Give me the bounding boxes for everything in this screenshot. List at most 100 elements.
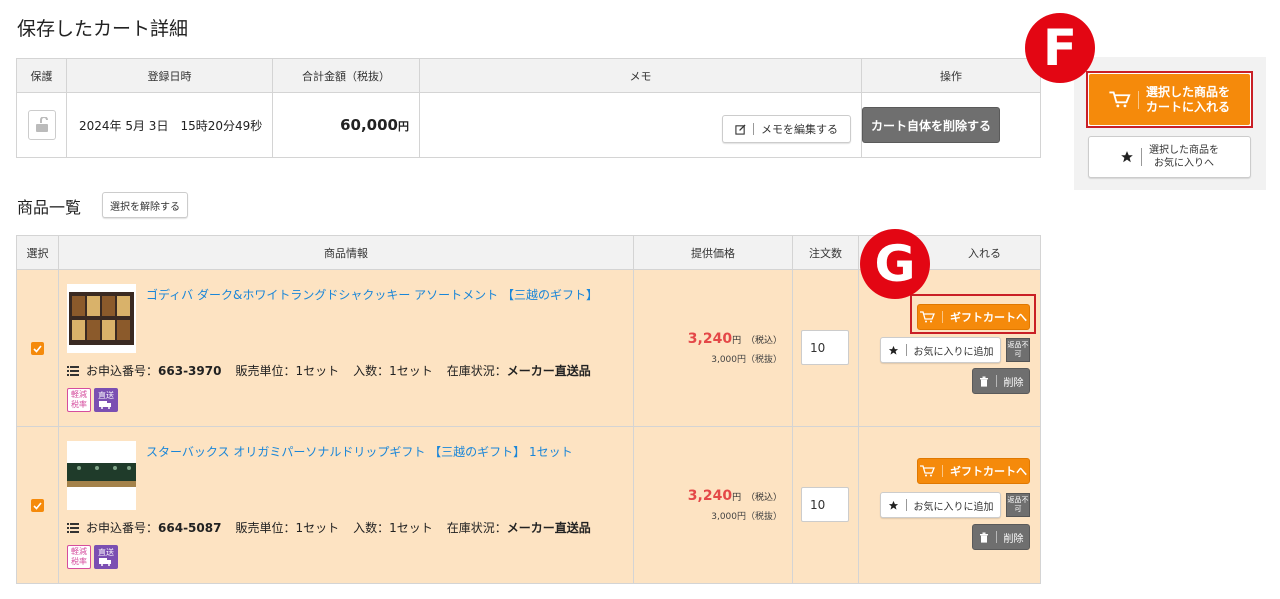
no-return-badge: 返品不可 (1006, 493, 1030, 517)
memo-cell: メモを編集する (419, 92, 862, 158)
order-no: 663-3970 (158, 363, 222, 378)
quantity-input[interactable] (801, 330, 849, 365)
header-total: 合計金額（税抜） (272, 58, 420, 93)
add-fav-line2: お気に入りへ (1154, 158, 1214, 169)
truck-icon (99, 401, 111, 409)
delete-cart-button[interactable]: カート自体を削除する (862, 107, 1000, 143)
star-icon (888, 345, 898, 355)
header-product-info: 商品情報 (58, 235, 634, 270)
add-selected-to-cart-button[interactable]: 選択した商品を カートに入れる (1086, 71, 1253, 128)
check-icon (33, 344, 42, 353)
add-favorite-button[interactable]: お気に入りに追加 (880, 492, 1001, 518)
gift-cart-label: ギフトカートへ (950, 465, 1027, 478)
list-icon (67, 523, 79, 533)
check-icon (33, 501, 42, 510)
add-favorite-label: お気に入りに追加 (913, 346, 994, 358)
add-fav-line1: 選択した商品を (1149, 145, 1219, 156)
add-selected-to-cart-inner: 選択した商品を カートに入れる (1089, 74, 1250, 125)
order-no: 664-5087 (158, 520, 222, 535)
total-amount: 60,000円 (272, 92, 420, 158)
protect-cell (16, 92, 67, 158)
unit-label: 販売単位： (235, 364, 296, 378)
delete-item-button[interactable]: 削除 (972, 524, 1030, 550)
delete-item-label: 削除 (1003, 377, 1024, 389)
unit-value: 1セット (295, 521, 340, 535)
direct-ship-badge: 直送 (94, 545, 118, 569)
stock-label: 在庫状況： (446, 364, 507, 378)
quantity-input[interactable] (801, 487, 849, 522)
price-tax-ex: 3,000円（税抜） (711, 512, 782, 522)
star-icon (1121, 151, 1133, 163)
unit-value: 1セット (295, 364, 340, 378)
qty-count-label: 入数： (353, 364, 390, 378)
delete-item-button[interactable]: 削除 (972, 368, 1030, 394)
saved-cart-summary-table: 保護 登録日時 合計金額（税抜） メモ 操作 2024年 5月 3日 15時20… (16, 58, 1041, 158)
product-meta: お申込番号： 663-3970 販売単位： 1セット 入数： 1セット 在庫状況： メー… (67, 362, 591, 379)
price-cell: 3,240円 （税込） 3,000円（税抜） (633, 426, 793, 584)
product-meta: お申込番号： 664-5087 販売単位： 1セット 入数： 1セット 在庫状況： メー… (67, 519, 591, 536)
add-cart-line2: カートに入れる (1145, 99, 1230, 114)
header-actions: 操作 (861, 58, 1041, 93)
price-yen: 円 (732, 493, 742, 503)
row-checkbox[interactable] (31, 342, 44, 355)
header-memo: メモ (419, 58, 862, 93)
star-icon (888, 500, 898, 510)
edit-memo-label: メモを編集する (761, 123, 838, 136)
qty-count-value: 1セット (389, 364, 433, 378)
quantity-cell (792, 269, 859, 427)
price-tax-in-label: （税込） (745, 336, 782, 346)
row-checkbox[interactable] (31, 499, 44, 512)
unit-label: 販売単位： (235, 521, 296, 535)
header-price: 提供価格 (633, 235, 793, 270)
coffee-gift-image (67, 441, 136, 510)
price-value: 3,240 (687, 331, 733, 347)
gift-cart-button[interactable]: ギフトカートへ (917, 458, 1030, 484)
add-cart-line1: 選択した商品を (1145, 84, 1230, 99)
price-value: 3,240 (687, 488, 733, 504)
qty-count-label: 入数： (353, 521, 390, 535)
unlock-button[interactable] (27, 110, 56, 140)
product-image[interactable] (67, 441, 136, 510)
trash-icon (979, 532, 988, 543)
price-cell: 3,240円 （税込） 3,000円（税抜） (633, 269, 793, 427)
direct-ship-badge: 直送 (94, 388, 118, 412)
add-selected-to-cart-label: 選択した商品を カートに入れる (1146, 85, 1230, 115)
badges: 軽減税率 直送 (67, 388, 118, 412)
unlock-icon (35, 117, 48, 132)
delete-item-label: 削除 (1003, 533, 1024, 545)
price-tax-in: 3,240円 （税込） (688, 488, 782, 504)
marker-f: F (1025, 13, 1095, 83)
product-name-link[interactable]: ゴディバ ダーク&ホワイトラングドシャクッキー アソートメント 【三越のギフト】 (146, 286, 598, 303)
reduced-tax-badge: 軽減税率 (67, 388, 91, 412)
edit-memo-button[interactable]: メモを編集する (722, 115, 851, 143)
product-name-link[interactable]: スターバックス オリガミパーソナルドリップギフト 【三越のギフト】 1セット (146, 443, 573, 460)
price-tax-in-label: （税込） (745, 493, 782, 503)
stock-label: 在庫状況： (446, 521, 507, 535)
table-row: スターバックス オリガミパーソナルドリップギフト 【三越のギフト】 1セット お… (16, 426, 1041, 584)
add-favorite-button[interactable]: お気に入りに追加 (880, 337, 1001, 363)
price-tax-ex: 3,000円（税抜） (711, 355, 782, 365)
trash-icon (979, 376, 988, 387)
cart-icon (920, 465, 935, 477)
total-amount-value: 60,000 (340, 116, 398, 134)
select-cell (16, 269, 59, 427)
deselect-button[interactable]: 選択を解除する (102, 192, 188, 218)
bulk-actions-panel: 選択した商品を カートに入れる 選択した商品を お気に入りへ (1074, 57, 1266, 190)
product-list-title: 商品一覧 (17, 198, 82, 217)
add-selected-to-favorites-button[interactable]: 選択した商品を お気に入りへ (1088, 136, 1251, 178)
header-protect: 保護 (16, 58, 67, 93)
stock-value: メーカー直送品 (506, 364, 591, 378)
header-quantity: 注文数 (792, 235, 859, 270)
reduced-tax-badge: 軽減税率 (67, 545, 91, 569)
cookie-box-image (69, 292, 134, 345)
direct-ship-label: 直送 (98, 391, 114, 400)
list-icon (67, 366, 79, 376)
edit-icon (735, 123, 746, 135)
order-no-label: お申込番号： (86, 521, 159, 535)
no-return-badge: 返品不可 (1006, 338, 1030, 362)
price-tax-in: 3,240円 （税込） (688, 331, 782, 347)
product-image[interactable] (67, 284, 136, 353)
add-selected-to-favorites-label: 選択した商品を お気に入りへ (1149, 144, 1219, 170)
add-favorite-label: お気に入りに追加 (913, 501, 994, 513)
qty-count-value: 1セット (389, 521, 433, 535)
